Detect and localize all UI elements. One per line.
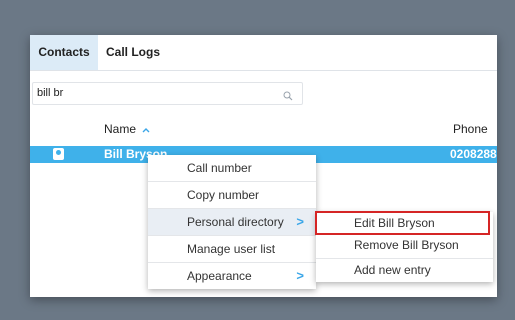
menu-item-label: Add new entry [354, 263, 431, 277]
menu-item-label: Appearance [187, 269, 252, 283]
context-menu: Call number Copy number Personal directo… [148, 155, 316, 289]
tab-contacts[interactable]: Contacts [30, 35, 98, 70]
menu-item-label: Copy number [187, 188, 260, 202]
menu-item-personal-directory[interactable]: Personal directory > [148, 209, 316, 235]
menu-item-label: Edit Bill Bryson [354, 216, 435, 230]
chevron-right-icon: > [296, 268, 304, 283]
sort-ascending-icon [139, 125, 150, 136]
menu-item-add-new-entry[interactable]: Add new entry [316, 259, 493, 281]
tab-call-logs[interactable]: Call Logs [98, 35, 168, 70]
tab-bar: Contacts Call Logs [30, 35, 497, 71]
search-icon[interactable] [283, 88, 293, 106]
menu-item-remove-contact[interactable]: Remove Bill Bryson [316, 234, 493, 256]
menu-item-label: Call number [187, 161, 252, 175]
column-header-name-label: Name [104, 122, 137, 136]
chevron-right-icon: > [296, 214, 304, 229]
menu-item-label: Remove Bill Bryson [354, 238, 459, 252]
contact-avatar-icon [53, 148, 64, 160]
menu-item-call-number[interactable]: Call number [148, 155, 316, 181]
menu-item-manage-user-list[interactable]: Manage user list [148, 236, 316, 262]
contact-phone: 0208288 [450, 147, 497, 161]
column-header-phone[interactable]: Phone [453, 119, 488, 139]
personal-directory-submenu: Edit Bill Bryson Remove Bill Bryson Add … [316, 212, 493, 282]
menu-item-label: Personal directory [187, 215, 284, 229]
menu-item-edit-contact[interactable]: Edit Bill Bryson [316, 212, 493, 234]
search-input-value: bill br [37, 87, 64, 99]
menu-item-label: Manage user list [187, 242, 276, 256]
column-header-name[interactable]: Name [104, 119, 150, 141]
search-input[interactable]: bill br [32, 82, 303, 105]
menu-item-appearance[interactable]: Appearance > [148, 263, 316, 289]
menu-item-copy-number[interactable]: Copy number [148, 182, 316, 208]
